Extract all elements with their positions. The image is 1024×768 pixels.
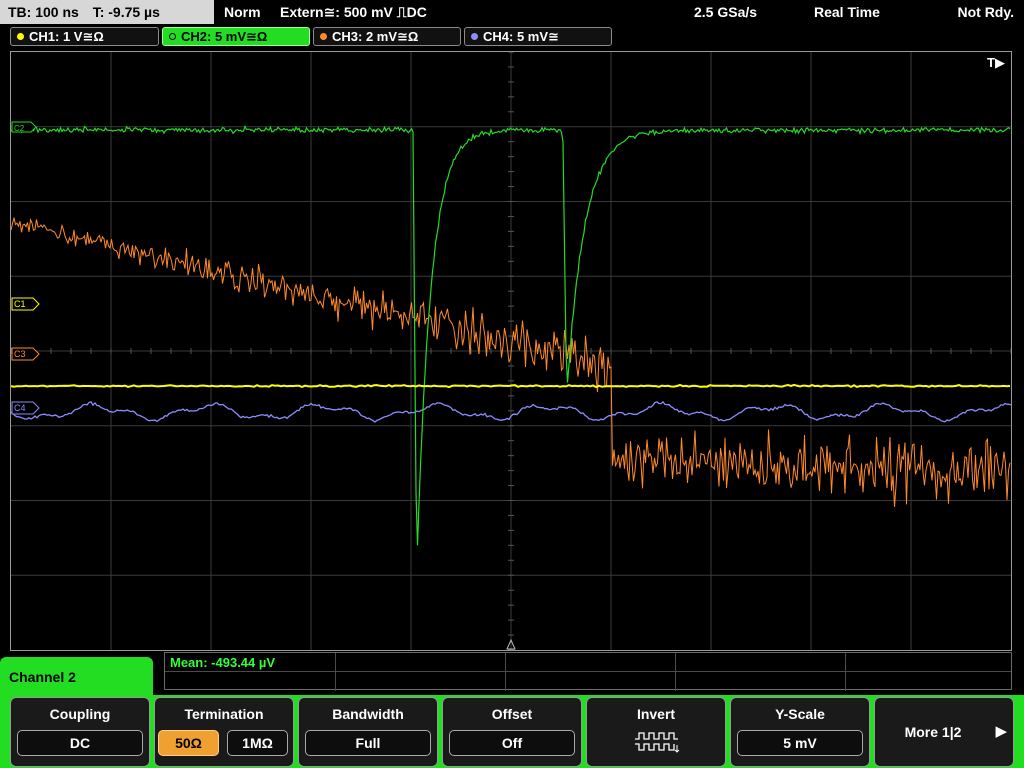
termination-1mohm-option[interactable]: 1MΩ [227,730,288,756]
yscale-title: Y-Scale [775,706,825,722]
ch2-dot-icon [169,33,176,41]
invert-pulse-icon [635,732,680,753]
timebase-box[interactable]: TB: 100 ns T: -9.75 µs [0,0,214,24]
trigger-position-readout: T: -9.75 µs [92,4,160,20]
channel-tab-ch4[interactable]: CH4: 5 mV≅ [464,27,612,46]
termination-title: Termination [184,706,264,722]
ch2-level-marker[interactable]: C2 [11,121,37,133]
ch1-dot-icon [17,33,24,41]
yscale-softkey[interactable]: Y-Scale 5 mV [730,697,870,767]
status-bar: TB: 100 ns T: -9.75 µs Norm Extern≅: 500… [0,0,1024,24]
bandwidth-softkey[interactable]: Bandwidth Full [298,697,438,767]
invert-softkey[interactable]: Invert [586,697,726,767]
waveform-display[interactable]: C2 C1 C3 C4 T▶ [10,51,1012,651]
invert-title: Invert [636,706,676,722]
bandwidth-value[interactable]: Full [305,730,431,756]
meas-divider [845,653,846,691]
ch3-label: CH3: 2 mV≅Ω [332,29,419,44]
coupling-value[interactable]: DC [17,730,143,756]
measurement-mean: Mean: -493.44 µV [170,655,276,670]
ch4-marker-label: C4 [14,403,26,413]
measurement-panel[interactable]: Mean: -493.44 µV [164,652,1012,691]
ch1-marker-label: C1 [14,299,26,309]
ch1-label: CH1: 1 V≅Ω [29,29,104,44]
channel-tab-ch1[interactable]: CH1: 1 V≅Ω [10,27,159,46]
meas-divider [675,653,676,691]
menu-title-tab: Channel 2 [0,657,153,697]
trigger-source[interactable]: Extern≅: 500 mV ⎍DC [280,0,427,24]
offset-softkey[interactable]: Offset Off [442,697,582,767]
trigger-mode[interactable]: Norm [224,0,261,24]
meas-divider [165,671,1011,672]
trigger-level-marker[interactable]: T▶ [987,55,1005,71]
coupling-softkey[interactable]: Coupling DC [10,697,150,767]
coupling-title: Coupling [49,706,111,722]
ch4-level-marker[interactable]: C4 [11,401,40,415]
offset-value[interactable]: Off [449,730,575,756]
termination-50ohm-option[interactable]: 50Ω [158,730,219,756]
ch3-level-marker[interactable]: C3 [11,347,40,361]
timebase-readout: TB: 100 ns [8,4,79,20]
offset-title: Offset [491,706,533,722]
yscale-value[interactable]: 5 mV [737,730,863,756]
bandwidth-title: Bandwidth [332,706,404,722]
next-page-arrow-icon: ▶ [995,723,1007,740]
channel-tab-ch2[interactable]: CH2: 5 mV≅Ω [162,27,310,46]
ch3-dot-icon [320,33,327,41]
meas-divider [335,653,336,691]
acquisition-state: Not Rdy. [957,4,1014,20]
sample-rate: 2.5 GSa/s [694,4,758,20]
meas-divider [505,653,506,691]
ch3-marker-label: C3 [14,349,26,359]
ch4-dot-icon [471,33,478,41]
ch4-label: CH4: 5 mV≅ [483,29,559,44]
acquisition-mode[interactable]: Real Time [814,0,880,24]
more-softkey[interactable]: More 1|2 ▶ [874,697,1014,767]
ch2-marker-label: C2 [14,124,25,133]
termination-softkey[interactable]: Termination 50Ω 1MΩ [154,697,294,767]
ch2-label: CH2: 5 mV≅Ω [181,29,268,44]
channel-bar: CH1: 1 V≅Ω CH2: 5 mV≅Ω CH3: 2 mV≅Ω CH4: … [0,26,1024,48]
waveform-canvas: C2 C1 C3 C4 [11,52,1011,650]
channel-tab-ch3[interactable]: CH3: 2 mV≅Ω [313,27,461,46]
more-label: More 1|2 [904,724,962,740]
ch1-level-marker[interactable]: C1 [11,297,40,311]
